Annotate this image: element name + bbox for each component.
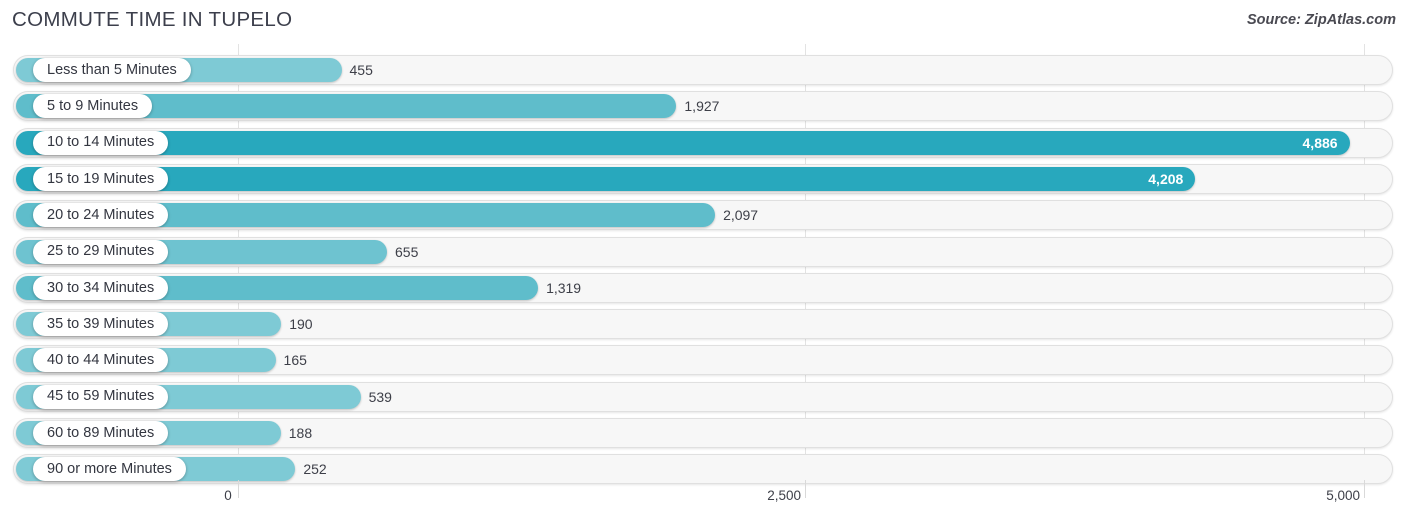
bar-category-label: 60 to 89 Minutes [33,421,169,445]
bar-category-label: 40 to 44 Minutes [33,348,169,373]
bar-category-text: 90 or more Minutes [47,461,172,478]
bar-category-label: 45 to 59 Minutes [33,384,169,409]
bar-value-label: 1,319 [546,279,582,296]
bar-value-label: 1,927 [684,98,720,115]
bar-category-label: 15 to 19 Minutes [33,166,169,191]
bar-category-label: 35 to 39 Minutes [33,312,169,337]
bar-category-label: Less than 5 Minutes [33,58,191,82]
bar-category-label: 20 to 24 Minutes [33,203,169,228]
bar-value-label: 455 [349,62,373,78]
bar-category-label: 5 to 9 Minutes [33,94,153,119]
bar-value-label: 4,208 [1148,170,1184,187]
axis-tick-mark [805,480,806,498]
bar-value-label: 2,097 [723,207,759,224]
bar-category-label: 25 to 29 Minutes [33,239,169,264]
bar-value-label: 655 [395,243,419,260]
bar-category-text: 20 to 24 Minutes [47,206,155,223]
bar-category-text: 25 to 29 Minutes [47,243,155,260]
bar-category-text: 30 to 34 Minutes [47,279,155,296]
bar-category-label: 90 or more Minutes [33,457,186,482]
axis-tick-mark [1364,480,1365,498]
page-title: COMMUTE TIME IN TUPELO [12,8,293,31]
chart-header: COMMUTE TIME IN TUPELO Source: ZipAtlas.… [0,0,1406,44]
bar-category-text: 15 to 19 Minutes [47,170,155,187]
bar-category-text: 60 to 89 Minutes [47,424,155,441]
bar-category-text: 10 to 14 Minutes [47,134,155,151]
bar-fill[interactable] [16,166,1196,191]
bar-value-label: 4,886 [1302,134,1338,151]
source-label: Source: ZipAtlas.com [1246,12,1396,28]
bar-category-label: 30 to 34 Minutes [33,275,169,300]
chart-x-axis: 0 2,500 5,000 [0,480,1406,522]
bar-fill[interactable] [16,130,1350,155]
bar-category-text: 35 to 39 Minutes [47,315,155,332]
axis-tick-mark [238,480,239,498]
chart-plot-area: Less than 5 Minutes 455 5 to 9 Minutes 1,92… [0,44,1406,485]
axis-tick-label: 5,000 [1326,488,1360,503]
bar-category-label: 10 to 14 Minutes [33,130,169,155]
axis-tick-label: 0 [224,488,232,503]
axis-tick-label: 2,500 [767,488,801,503]
bar-value-label: 188 [288,425,313,441]
bar-value-label: 539 [368,388,392,405]
bar-value-label: 252 [303,461,327,478]
bar-value-label: 165 [283,352,307,369]
bar-category-text: Less than 5 Minutes [47,61,177,78]
bar-category-text: 5 to 9 Minutes [47,98,139,115]
bar-category-text: 40 to 44 Minutes [47,352,155,369]
bar-category-text: 45 to 59 Minutes [47,388,155,405]
bar-value-label: 190 [289,316,313,333]
